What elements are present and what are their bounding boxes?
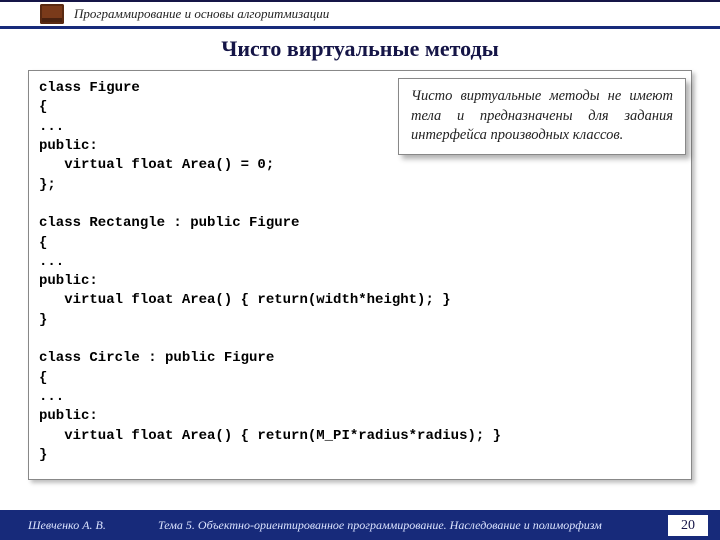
- top-rule: [0, 0, 720, 2]
- university-crest-icon: [40, 4, 64, 24]
- footer-author: Шевченко А. В.: [28, 518, 148, 533]
- slide-title: Чисто виртуальные методы: [0, 36, 720, 62]
- slide: Программирование и основы алгоритмизации…: [0, 0, 720, 540]
- footer: Шевченко А. В. Тема 5. Объектно-ориентир…: [0, 510, 720, 540]
- explanation-note: Чисто виртуальные методы не имеют тела и…: [398, 78, 686, 155]
- course-title: Программирование и основы алгоритмизации: [74, 6, 329, 22]
- header: Программирование и основы алгоритмизации: [40, 4, 329, 24]
- header-divider: [0, 26, 720, 29]
- footer-topic: Тема 5. Объектно-ориентированное програм…: [158, 518, 720, 533]
- page-number: 20: [668, 514, 708, 536]
